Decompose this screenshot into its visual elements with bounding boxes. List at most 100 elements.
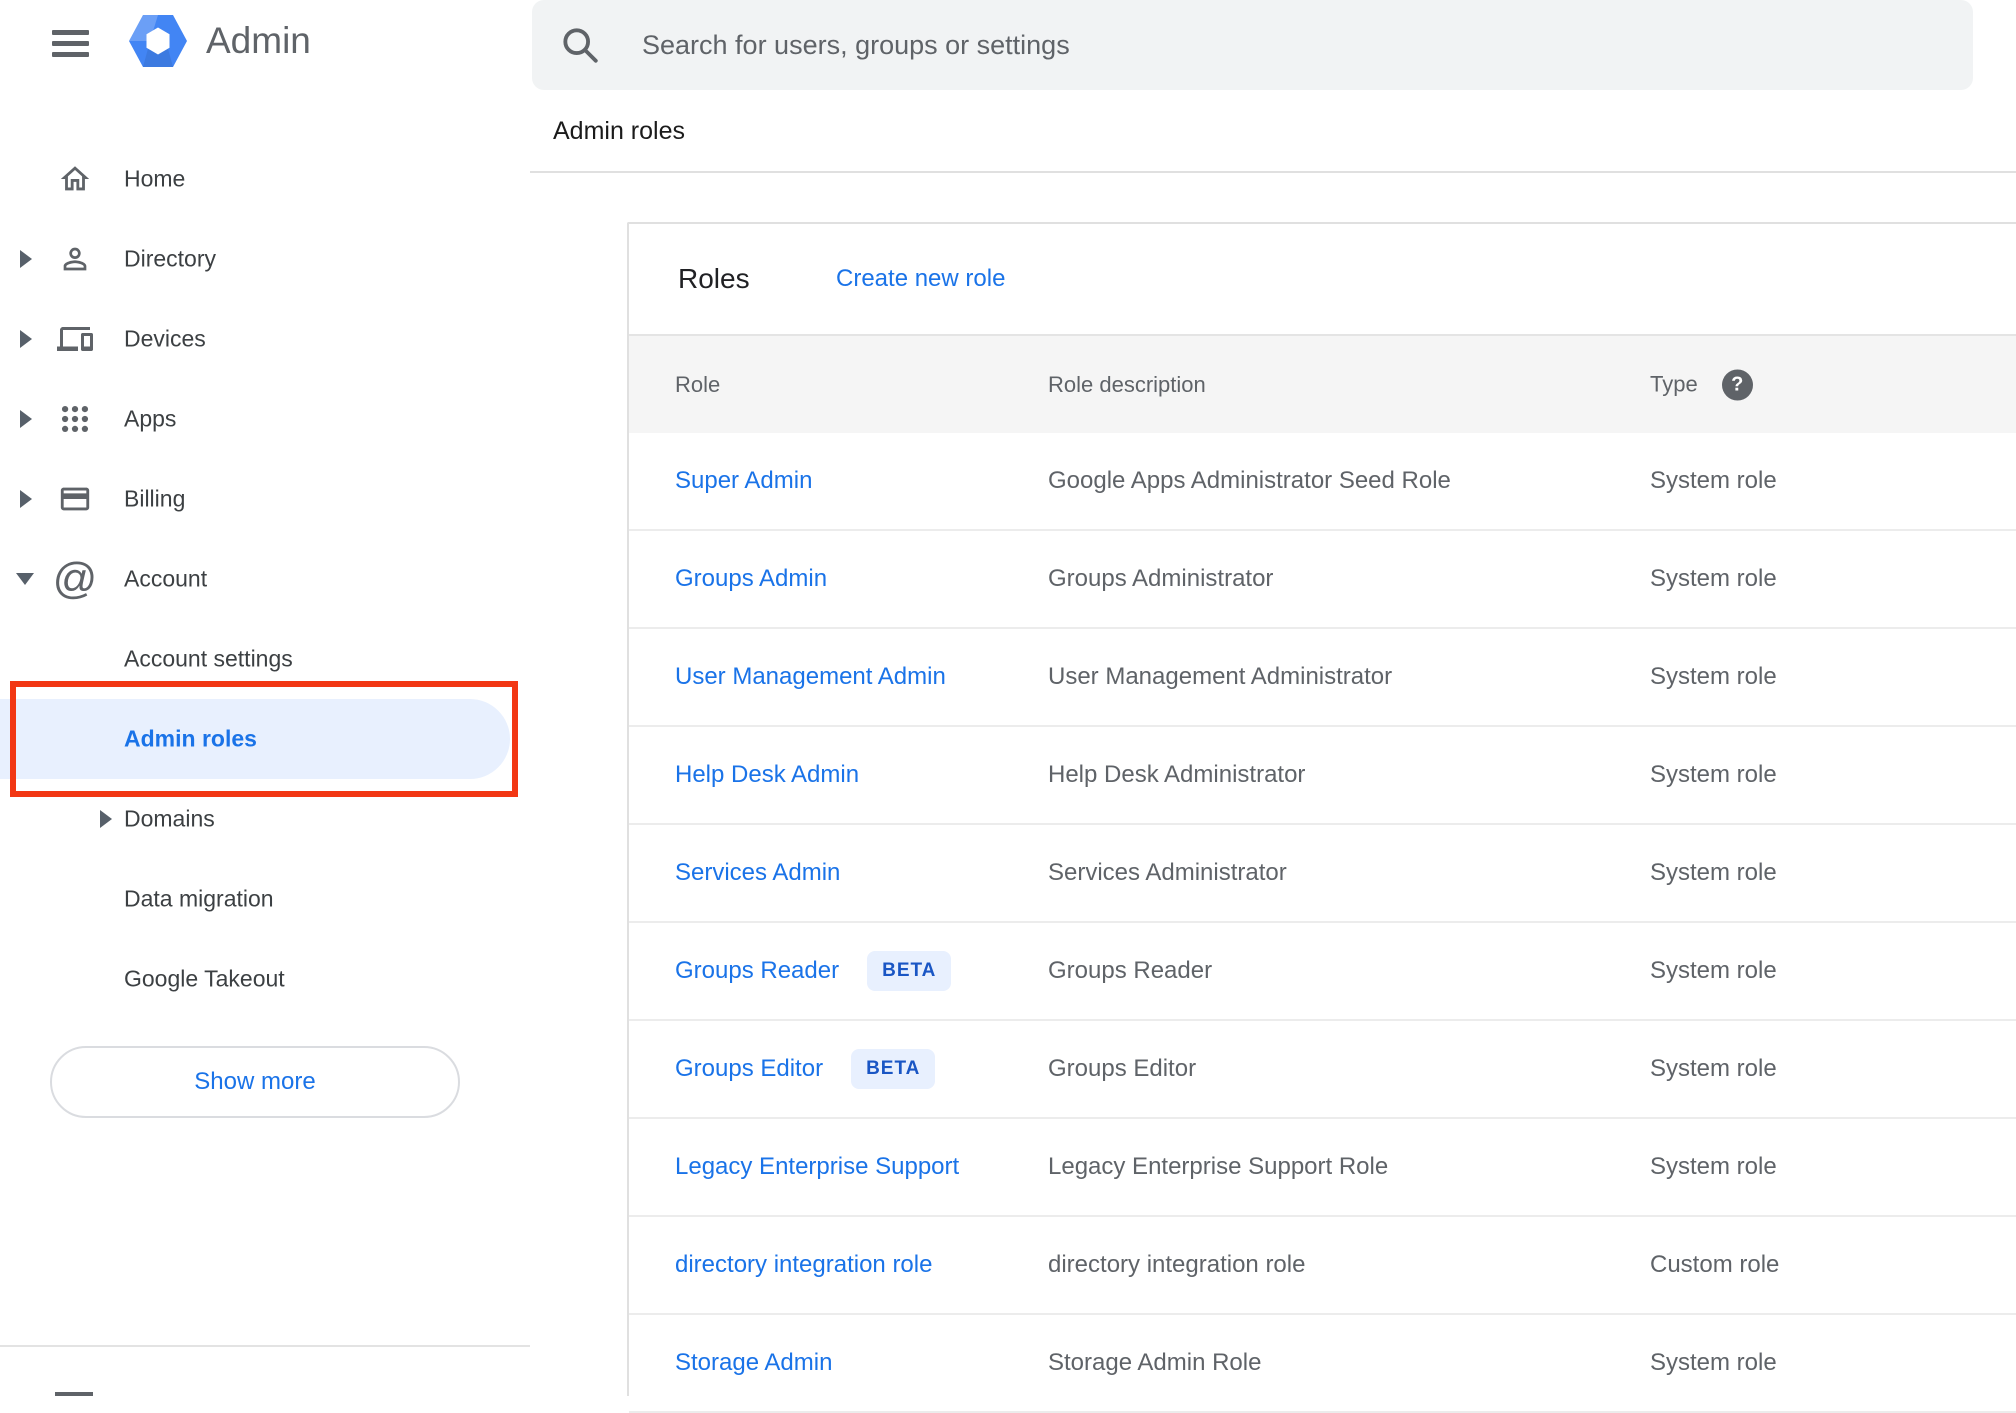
table-row: Groups Editor BETA Groups Editor System … <box>629 1021 2016 1119</box>
role-link[interactable]: Super Admin <box>675 467 812 495</box>
role-type: System role <box>1650 957 1777 984</box>
table-row: User Management Admin User Management Ad… <box>629 629 2016 727</box>
table-row: directory integration role directory int… <box>629 1217 2016 1315</box>
app-logo: Admin <box>128 14 311 68</box>
sidebar-item-apps[interactable]: Apps <box>0 379 530 459</box>
sidebar-item-label: Directory <box>124 245 217 272</box>
roles-card-header: Roles Create new role <box>629 224 2016 334</box>
panel-title: Roles <box>678 263 750 294</box>
role-description: Help Desk Administrator <box>1048 761 1306 788</box>
role-link[interactable]: Services Admin <box>675 859 840 887</box>
role-description: User Management Administrator <box>1048 663 1393 690</box>
role-description: Services Administrator <box>1048 859 1287 886</box>
role-type: System role <box>1650 761 1777 788</box>
role-type: System role <box>1650 565 1777 592</box>
partial-footer-icon <box>55 1392 93 1396</box>
hamburger-menu-icon[interactable] <box>52 30 89 57</box>
role-type: System role <box>1650 467 1777 494</box>
role-link[interactable]: Groups Admin <box>675 565 827 593</box>
sidebar-item-label: Domains <box>124 805 215 832</box>
role-link[interactable]: Legacy Enterprise Support <box>675 1153 959 1181</box>
role-type: System role <box>1650 663 1777 690</box>
role-link-group: Groups Editor BETA <box>675 1049 936 1089</box>
expand-arrow-icon[interactable] <box>20 490 32 508</box>
expand-arrow-icon[interactable] <box>20 330 32 348</box>
apps-grid-icon <box>56 400 94 438</box>
sidebar-item-domains[interactable]: Domains <box>0 779 530 859</box>
search-bar[interactable] <box>532 0 1973 90</box>
sidebar-item-label: Billing <box>124 485 186 512</box>
role-description: Legacy Enterprise Support Role <box>1048 1153 1389 1180</box>
role-link[interactable]: Storage Admin <box>675 1349 832 1377</box>
app-title: Admin <box>206 20 311 61</box>
sidebar-item-google-takeout[interactable]: Google Takeout <box>0 939 530 1019</box>
at-sign-icon: @ <box>52 554 98 603</box>
expand-arrow-icon[interactable] <box>20 250 32 268</box>
sidebar-item-label: Apps <box>124 405 177 432</box>
sidebar-footer-divider <box>0 1345 530 1347</box>
sidebar-item-label: Home <box>124 165 186 192</box>
person-icon <box>56 240 94 278</box>
col-header-role: Role <box>675 371 721 397</box>
beta-badge: BETA <box>867 951 952 991</box>
breadcrumb: Admin roles <box>553 116 685 145</box>
expand-arrow-icon[interactable] <box>100 810 112 828</box>
table-header-row: Role Role description Type ? <box>629 334 2016 433</box>
col-header-type: Type ? <box>1650 369 1753 400</box>
table-row: Groups Reader BETA Groups Reader System … <box>629 923 2016 1021</box>
role-description: Google Apps Administrator Seed Role <box>1048 467 1451 494</box>
sidebar-item-devices[interactable]: Devices <box>0 299 530 379</box>
search-icon <box>558 23 602 67</box>
devices-icon <box>56 320 94 358</box>
col-header-type-label: Type <box>1650 371 1698 397</box>
table-row: Super Admin Google Apps Administrator Se… <box>629 433 2016 531</box>
sidebar-item-label: Account settings <box>124 645 293 672</box>
sidebar-item-admin-roles[interactable]: Admin roles <box>0 699 510 779</box>
sidebar-item-label: Admin roles <box>124 725 257 752</box>
table-row: Help Desk Admin Help Desk Administrator … <box>629 727 2016 825</box>
role-link[interactable]: Groups Reader <box>675 957 839 985</box>
role-description: Storage Admin Role <box>1048 1349 1262 1376</box>
sidebar-item-directory[interactable]: Directory <box>0 219 530 299</box>
table-row: Groups Admin Groups Administrator System… <box>629 531 2016 629</box>
sidebar-item-billing[interactable]: Billing <box>0 459 530 539</box>
role-description: directory integration role <box>1048 1251 1306 1278</box>
role-description: Groups Editor <box>1048 1055 1197 1082</box>
sidebar-item-label: Data migration <box>124 885 274 912</box>
role-type: System role <box>1650 1153 1777 1180</box>
role-description: Groups Administrator <box>1048 565 1274 592</box>
sidebar-item-account[interactable]: @ Account <box>0 539 530 619</box>
table-row: Legacy Enterprise Support Legacy Enterpr… <box>629 1119 2016 1217</box>
sidebar-item-account-settings[interactable]: Account settings <box>0 619 530 699</box>
home-icon <box>56 160 94 198</box>
admin-logo-icon <box>128 14 188 68</box>
show-more-button[interactable]: Show more <box>50 1046 460 1118</box>
sidebar: Admin Home Directory Devices Apps Billin… <box>0 0 530 1396</box>
sidebar-item-label: Account <box>124 565 208 592</box>
search-input[interactable] <box>640 28 1890 62</box>
role-link[interactable]: Groups Editor <box>675 1055 823 1083</box>
role-type: System role <box>1650 1349 1777 1376</box>
role-type: System role <box>1650 859 1777 886</box>
role-type: System role <box>1650 1055 1777 1082</box>
content-divider <box>530 171 2016 173</box>
sidebar-item-data-migration[interactable]: Data migration <box>0 859 530 939</box>
create-new-role-link[interactable]: Create new role <box>836 265 1005 293</box>
role-type: Custom role <box>1650 1251 1780 1278</box>
expand-arrow-icon[interactable] <box>20 410 32 428</box>
table-body: Super Admin Google Apps Administrator Se… <box>629 433 2016 1413</box>
roles-card: Roles Create new role Role Role descript… <box>627 222 2016 1413</box>
beta-badge: BETA <box>851 1049 936 1089</box>
table-row: Services Admin Services Administrator Sy… <box>629 825 2016 923</box>
sidebar-item-home[interactable]: Home <box>0 139 530 219</box>
role-description: Groups Reader <box>1048 957 1213 984</box>
sidebar-nav: Home Directory Devices Apps Billing @ Ac… <box>0 139 530 1019</box>
sidebar-item-label: Google Takeout <box>124 965 285 992</box>
role-link[interactable]: directory integration role <box>675 1251 932 1279</box>
collapse-arrow-icon[interactable] <box>16 573 34 585</box>
role-link[interactable]: Help Desk Admin <box>675 761 859 789</box>
sidebar-item-label: Devices <box>124 325 206 352</box>
billing-card-icon <box>56 480 94 518</box>
role-link[interactable]: User Management Admin <box>675 663 946 691</box>
help-icon[interactable]: ? <box>1721 369 1753 400</box>
